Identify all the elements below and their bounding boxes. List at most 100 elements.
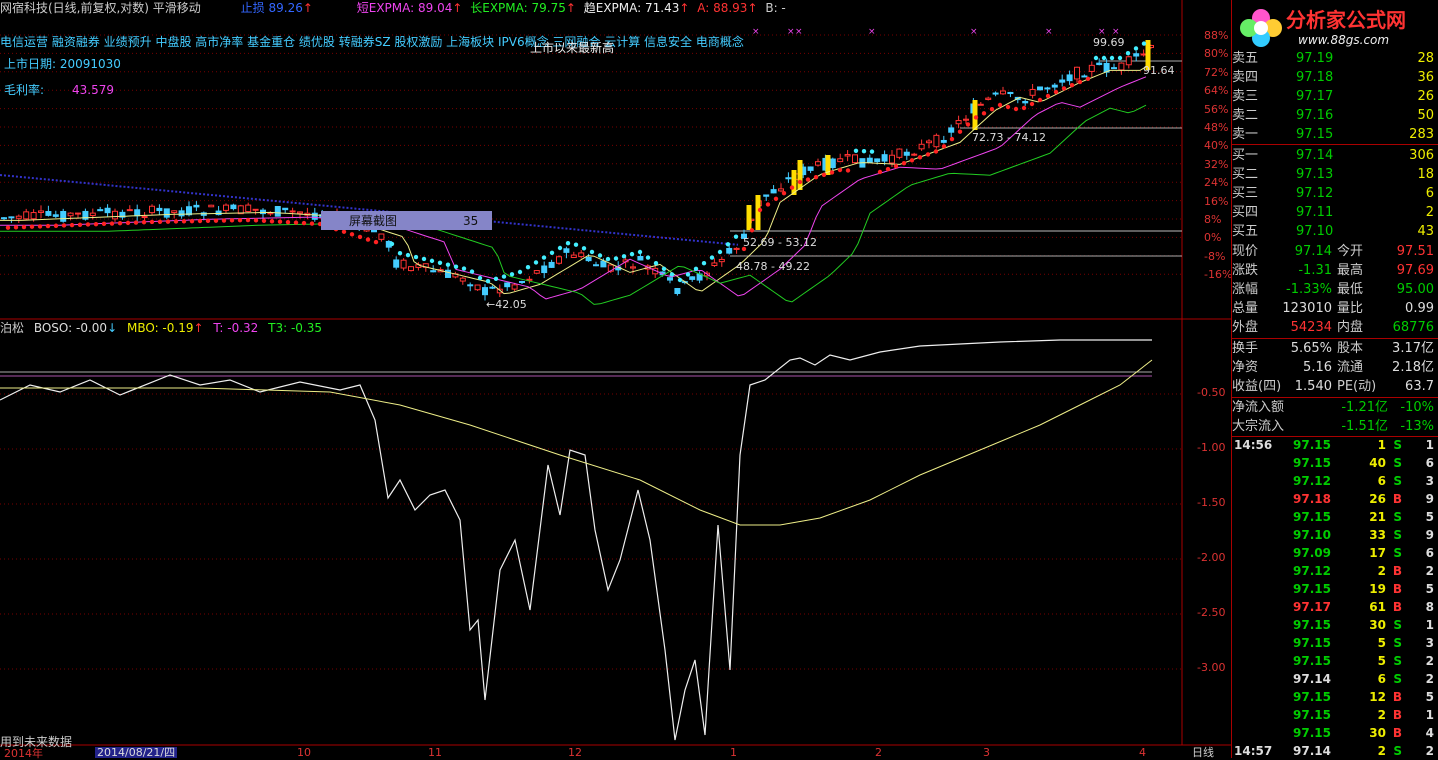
stop-dot	[221, 218, 227, 223]
flow-row: 净流入额 -1.21亿 -10%	[1231, 398, 1438, 417]
stop-dot	[437, 260, 443, 265]
order-book-row: 买四 97.11 2	[1231, 203, 1438, 222]
tick-side: S	[1393, 438, 1402, 452]
candle	[504, 282, 511, 288]
stop-dot	[373, 239, 379, 245]
stop-dot	[733, 234, 739, 239]
order-book-row: 买三 97.12 6	[1231, 184, 1438, 203]
candle	[718, 258, 725, 263]
stop-dot	[1029, 101, 1035, 107]
stop-dot	[893, 163, 899, 169]
candle	[1022, 100, 1029, 104]
low-annotation: ←42.05	[486, 298, 527, 311]
order-volume: 6	[1425, 186, 1434, 201]
candle	[467, 284, 474, 287]
order-price: 97.13	[1296, 167, 1334, 182]
tick-n: 1	[1425, 438, 1434, 452]
stop-dot	[405, 252, 411, 258]
candle	[75, 212, 81, 215]
tick-price: 97.15	[1293, 708, 1331, 722]
quote-cell: 63.7	[1405, 379, 1434, 394]
tick-n: 6	[1425, 546, 1434, 560]
stop-dot	[1069, 83, 1075, 88]
stop-dot	[1133, 46, 1139, 51]
tick-row: 97.15 40 S 6	[1231, 454, 1438, 472]
tick-n: 2	[1425, 672, 1434, 686]
stop-dot	[429, 258, 435, 264]
tick-price: 97.15	[1293, 690, 1331, 704]
stop-dot	[1005, 104, 1011, 110]
quote-row: 收益(四) 1.540 PE(动) 63.7	[1231, 377, 1438, 396]
stop-dot	[933, 149, 939, 154]
tick-row: 97.09 17 S 6	[1231, 544, 1438, 562]
stop-dot	[21, 224, 27, 230]
a-value: A: 88.93	[697, 1, 748, 15]
order-volume: 2	[1425, 205, 1434, 220]
order-price: 97.17	[1296, 89, 1334, 104]
candle	[149, 205, 155, 214]
screenshot-popup[interactable]: 屏幕截图 35	[321, 211, 492, 230]
order-price: 97.16	[1296, 108, 1334, 123]
candle	[156, 207, 163, 212]
quote-row: 涨幅 -1.33% 最低 95.00	[1231, 280, 1438, 299]
order-book: 卖五 97.19 28 卖四 97.18 36 卖三 97.17 26 卖二 97.16 50 卖一 97…	[1231, 49, 1438, 239]
month-label: 3	[983, 746, 990, 759]
stop-dot	[781, 191, 787, 196]
quote-row: 现价 97.14 今开 97.51	[1231, 242, 1438, 261]
flow-cell: -1.51亿	[1341, 419, 1388, 434]
stop-dot	[45, 223, 51, 229]
tick-row: 97.15 5 S 3	[1231, 634, 1438, 652]
stop-dot	[293, 220, 299, 225]
candle	[38, 210, 44, 213]
stop-dot	[653, 261, 659, 266]
stop-dot	[165, 219, 171, 224]
t-value: T: -0.32	[213, 321, 259, 335]
stop-dot	[1085, 76, 1091, 82]
candle	[1, 217, 7, 220]
flower-icon	[1240, 9, 1282, 47]
stop-dot	[709, 255, 715, 260]
candle	[815, 161, 821, 166]
kline-chart[interactable]: × × × × × × × ×	[0, 0, 1231, 758]
candle	[785, 177, 792, 180]
stop-dot	[101, 221, 107, 227]
quote-row: 换手 5.65% 股本 3.17亿	[1231, 339, 1438, 358]
stop-dot	[773, 196, 779, 201]
tick-vol: 6	[1377, 672, 1386, 686]
quote-cell: 涨跌	[1232, 263, 1259, 278]
tick-row: 97.15 21 S 5	[1231, 508, 1438, 526]
stop-dot	[493, 276, 499, 282]
candle	[807, 166, 814, 171]
stop-dot	[837, 167, 843, 173]
order-price: 97.18	[1296, 70, 1334, 85]
signal-mark: ×	[787, 27, 795, 37]
candle	[1074, 66, 1080, 80]
tick-side: S	[1393, 546, 1402, 560]
tick-n: 4	[1425, 726, 1434, 740]
order-book-row: 卖三 97.17 26	[1231, 87, 1438, 106]
tick-side: B	[1392, 564, 1402, 578]
order-volume: 36	[1417, 70, 1434, 85]
screenshot-label[interactable]: 屏幕截图	[349, 213, 397, 229]
candle	[289, 210, 296, 213]
candle	[940, 139, 947, 143]
tick-price: 97.10	[1293, 528, 1331, 542]
flow-cell: 大宗流入	[1232, 419, 1285, 434]
order-level-label: 卖五	[1232, 51, 1259, 66]
order-level-label: 买三	[1232, 186, 1259, 201]
stop-dot	[501, 274, 507, 279]
candle	[600, 260, 607, 268]
tick-side: S	[1393, 672, 1402, 686]
quote-cell: 3.17亿	[1392, 341, 1434, 356]
candle	[630, 266, 636, 269]
stop-dot	[357, 234, 363, 240]
stop-dot	[37, 224, 43, 229]
quote-cell: 总量	[1232, 301, 1259, 316]
stop-dot	[829, 170, 835, 175]
stop-dot	[989, 106, 995, 112]
order-level-label: 买五	[1232, 224, 1259, 239]
year-label: 2014年	[4, 747, 43, 760]
tick-side: B	[1392, 708, 1402, 722]
stop-dot	[309, 221, 315, 226]
candle	[393, 259, 400, 268]
